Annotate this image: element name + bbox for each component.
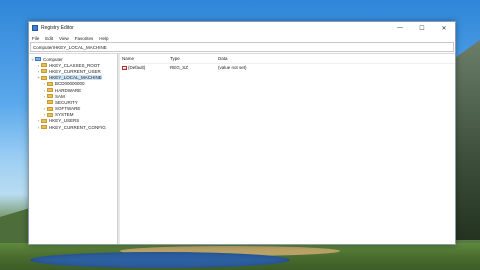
maximize-button[interactable]: ☐ — [411, 22, 433, 34]
folder-icon — [47, 81, 53, 86]
folder-icon — [47, 112, 53, 117]
folder-icon — [47, 94, 53, 99]
folder-icon — [47, 88, 53, 93]
key-tree: ˅ Computer › HKEY_CLASSES_ROOT › HKEY_CURRENT… — [29, 54, 120, 244]
folder-icon — [41, 75, 47, 80]
value-type: REG_SZ — [170, 65, 189, 70]
title-bar[interactable]: Registry Editor — ☐ ✕ — [29, 22, 455, 34]
tree-node-label: BCD00000000 — [55, 81, 85, 87]
folder-icon — [47, 106, 53, 111]
computer-icon — [35, 56, 41, 62]
value-row[interactable]: ab (Default) REG_SZ (value not set) — [122, 64, 455, 71]
window-title: Registry Editor — [41, 25, 74, 31]
column-header-name[interactable]: Name — [122, 56, 170, 61]
value-data: (value not set) — [218, 65, 247, 70]
pane-splitter[interactable] — [118, 54, 120, 244]
column-header-type[interactable]: Type — [170, 56, 218, 61]
registry-app-icon — [32, 25, 38, 31]
value-name: (Default) — [128, 65, 146, 70]
address-bar[interactable]: Computer\HKEY_LOCAL_MACHINE — [30, 42, 454, 52]
string-value-icon: ab — [122, 65, 127, 71]
values-pane: Name Type Data ab (Default) REG_SZ (valu… — [118, 54, 455, 244]
tree-node-label: SOFTWARE — [55, 106, 81, 112]
column-header-data[interactable]: Data — [218, 56, 298, 61]
tree-node-label: HKEY_CLASSES_ROOT — [49, 62, 101, 68]
tree-node-label: HKEY_CURRENT_USER — [49, 68, 101, 74]
folder-icon — [47, 100, 53, 105]
menu-favorites[interactable]: Favorites — [75, 36, 94, 41]
main-content: ˅ Computer › HKEY_CLASSES_ROOT › HKEY_CURRENT… — [29, 53, 455, 244]
tree-node-hkey-current-config[interactable]: › HKEY_CURRENT_CONFIG — [29, 124, 117, 130]
folder-icon — [41, 69, 47, 74]
menu-file[interactable]: File — [32, 36, 39, 41]
tree-node-label: HKEY_LOCAL_MACHINE — [49, 75, 102, 81]
tree-node-label: SAM — [55, 93, 65, 99]
tree-node-label: HARDWARE — [55, 87, 82, 93]
tree-node-label: Computer — [43, 56, 63, 62]
folder-icon — [41, 125, 47, 130]
menu-view[interactable]: View — [59, 36, 69, 41]
folder-icon — [41, 118, 47, 123]
tree-node-label: HKEY_CURRENT_CONFIG — [49, 124, 106, 130]
menu-help[interactable]: Help — [99, 36, 108, 41]
lake-wallpaper — [30, 252, 290, 268]
registry-editor-window: Registry Editor — ☐ ✕ File Edit View Fav… — [28, 21, 456, 245]
minimize-button[interactable]: — — [389, 22, 411, 34]
menu-bar: File Edit View Favorites Help — [29, 34, 455, 42]
folder-icon — [41, 63, 47, 68]
tree-node-label: HKEY_USERS — [49, 118, 80, 124]
value-name-cell: ab (Default) — [122, 65, 170, 71]
tree-node-label: SECURITY — [55, 99, 78, 105]
tree-node-label: SYSTEM — [55, 112, 74, 118]
menu-edit[interactable]: Edit — [45, 36, 53, 41]
close-button[interactable]: ✕ — [433, 22, 455, 34]
values-header: Name Type Data — [122, 54, 455, 64]
